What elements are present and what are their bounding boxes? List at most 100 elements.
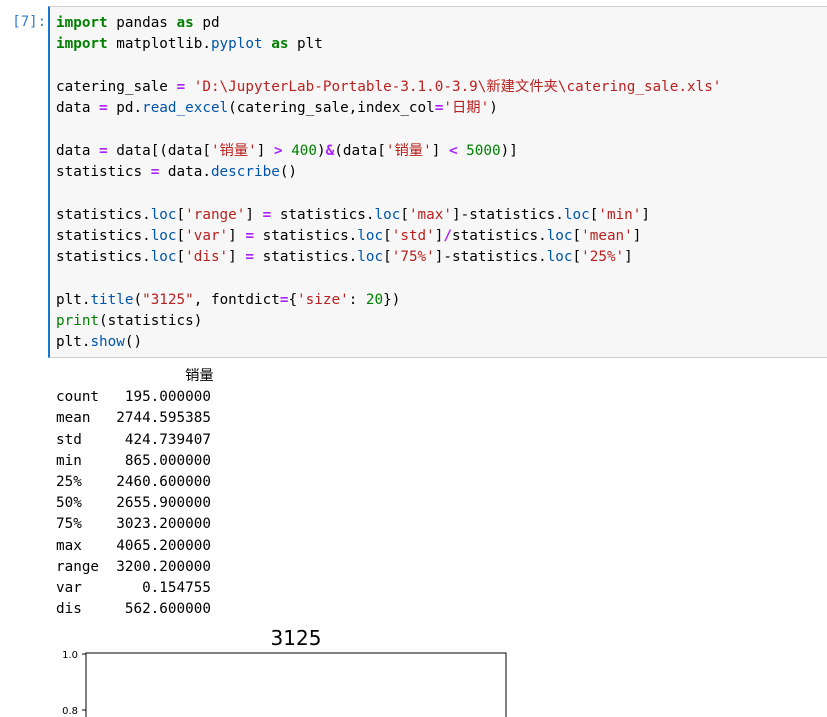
code-attr: loc [357, 249, 384, 266]
operator: = [150, 164, 160, 181]
code-text: data. [159, 164, 211, 181]
code-text: [ [572, 249, 582, 266]
code-attr: title [90, 291, 134, 308]
code-text: ] [256, 142, 274, 159]
code-text: ( [133, 291, 143, 308]
string-literal: 'mean' [581, 227, 633, 244]
code-text: [ [383, 249, 392, 266]
operator: = [176, 78, 186, 95]
code-line-1: import pandas as pd [56, 15, 220, 31]
code-text: statistics [56, 164, 151, 181]
output-row: 25% 2460.600000 [56, 474, 211, 491]
code-text: (data[ [334, 142, 386, 159]
code-attr: read_excel [142, 100, 229, 117]
builtin: print [56, 313, 100, 330]
code-text: ] [245, 206, 263, 223]
code-text: data [56, 142, 100, 159]
code-text: plt [288, 36, 323, 53]
string-literal: 'dis' [185, 249, 229, 266]
code-attr: loc [150, 249, 177, 266]
output-row: std 424.739407 [56, 431, 211, 448]
code-line-14: plt.title("3125", fontdict={'size': 20}) [56, 292, 400, 308]
code-text: statistics. [452, 227, 547, 244]
output-row: mean 2744.595385 [56, 410, 211, 427]
code-attr: loc [563, 206, 590, 223]
code-text: matplotlib. [107, 36, 211, 53]
code-text: statistics. [56, 249, 151, 266]
code-attr: pyplot [210, 36, 263, 53]
string-literal: '销量' [210, 142, 257, 159]
code-line-4: catering_sale = 'D:\JupyterLab-Portable-… [56, 79, 721, 95]
chart-title: 3125 [271, 626, 322, 650]
code-text: data[(data[ [107, 142, 211, 159]
code-attr: loc [150, 206, 177, 223]
y-tick-label: 1.0 [62, 650, 78, 661]
code-text: catering_sale [56, 78, 177, 95]
string-literal: 'std' [391, 227, 435, 244]
y-axis: 1.0 0.8 [62, 650, 86, 717]
operator: = [99, 142, 108, 159]
code-attr: loc [357, 227, 384, 244]
code-text: ]-statistics. [452, 206, 564, 223]
code-text: plt. [56, 334, 91, 351]
code-line-12: statistics.loc['dis'] = statistics.loc['… [56, 249, 633, 265]
code-text: pd. [107, 100, 143, 117]
y-tick-label: 0.8 [62, 706, 78, 717]
operator: < [448, 142, 458, 159]
plot-output: 3125 1.0 0.8 [62, 626, 507, 717]
code-editor[interactable]: import pandas as pd import matplotlib.py… [56, 13, 721, 354]
keyword: as [176, 15, 194, 31]
string-literal: '日期' [443, 100, 490, 117]
keyword: as [271, 36, 289, 53]
code-text: ]-statistics. [434, 249, 547, 266]
code-text: { [288, 291, 298, 308]
code-text: ] [228, 249, 246, 266]
keyword: import [56, 36, 108, 53]
code-line-15: print(statistics) [56, 313, 202, 329]
string-literal: 'range' [185, 206, 246, 223]
code-text: }) [383, 291, 401, 308]
code-attr: show [90, 334, 125, 351]
string-literal: 'min' [598, 206, 642, 223]
code-text: ] [431, 142, 449, 159]
code-text: ] [641, 206, 650, 223]
cell-output-text: 销量 count 195.000000 mean 2744.595385 std… [56, 366, 214, 620]
code-text: () [124, 334, 143, 351]
string-literal: 'size' [297, 291, 349, 308]
string-literal: 'D:\JupyterLab-Portable-3.1.0-3.9\新建文件夹\… [193, 78, 722, 95]
code-text: pandas [107, 15, 177, 31]
code-text: statistics. [56, 227, 151, 244]
string-literal: '75%' [391, 249, 435, 266]
code-line-16: plt.show() [56, 334, 142, 350]
plot-axes-frame [85, 652, 507, 717]
string-literal: "3125" [142, 291, 194, 308]
code-text: statistics. [56, 206, 151, 223]
operator: & [325, 142, 335, 159]
code-text: pd [193, 15, 220, 31]
code-text: , fontdict [193, 291, 280, 308]
operator: / [443, 227, 452, 244]
output-row: var 0.154755 [56, 580, 211, 597]
string-literal: 'max' [408, 206, 452, 223]
code-attr: loc [546, 249, 573, 266]
code-text: statistics. [271, 206, 375, 223]
code-text: ] [624, 249, 633, 266]
string-literal: 'var' [185, 227, 229, 244]
code-text: ) [317, 142, 326, 159]
code-text: statistics. [254, 249, 358, 266]
output-header: 销量 [56, 368, 214, 384]
code-line-10: statistics.loc['range'] = statistics.loc… [56, 207, 650, 223]
number-literal: 400 [291, 142, 318, 159]
output-row: count 195.000000 [56, 389, 211, 406]
keyword: import [56, 15, 108, 31]
operator: = [262, 206, 272, 223]
output-row: range 3200.200000 [56, 558, 211, 575]
code-text: plt. [56, 291, 91, 308]
code-line-11: statistics.loc['var'] = statistics.loc['… [56, 228, 641, 244]
output-row: 75% 3023.200000 [56, 516, 211, 533]
code-text: ] [632, 227, 642, 244]
code-text: () [279, 164, 298, 181]
